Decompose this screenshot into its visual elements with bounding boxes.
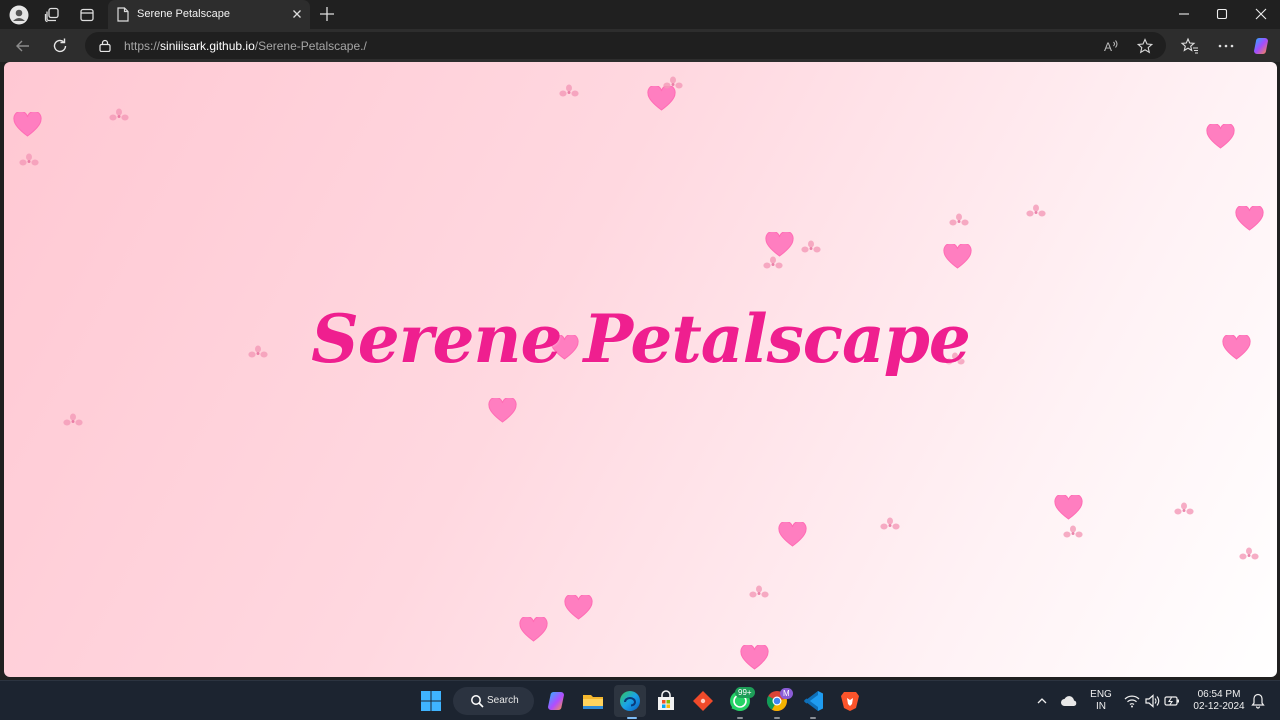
vscode-running-indicator	[810, 717, 816, 719]
plus-icon[interactable]	[318, 5, 336, 23]
wifi-icon[interactable]	[1124, 694, 1140, 708]
petal-icon	[1062, 525, 1084, 539]
petal-icon	[558, 84, 580, 98]
windows-taskbar: Search 99+ M ENG IN 06:54 PM 02-12-2024	[0, 680, 1280, 720]
store-icon[interactable]	[654, 689, 678, 713]
petal-icon	[1025, 204, 1047, 218]
heart-icon	[943, 242, 972, 270]
browser-toolbar: https://siniiisark.github.io/Serene-Peta…	[0, 29, 1280, 62]
url-host: siniiisark.github.io	[160, 39, 255, 53]
heart-icon	[519, 615, 548, 643]
close-icon[interactable]	[1251, 5, 1271, 23]
petal-icon	[879, 517, 901, 531]
chevron-up-icon[interactable]	[1036, 695, 1048, 707]
url-scheme: https://	[124, 39, 161, 53]
heart-icon	[778, 520, 807, 548]
heart-icon	[13, 110, 42, 138]
browser-tab[interactable]: Serene Petalscape	[108, 0, 310, 29]
vscode-icon[interactable]	[801, 689, 825, 713]
address-bar[interactable]: https://siniiisark.github.io/Serene-Peta…	[85, 32, 1166, 59]
back-icon[interactable]	[13, 36, 33, 56]
clock-date: 02-12-2024	[1193, 701, 1245, 712]
heart-icon	[1235, 204, 1264, 232]
browser-titlebar: Serene Petalscape	[0, 0, 1280, 29]
petal-icon	[948, 213, 970, 227]
read-aloud-icon[interactable]: A	[1103, 38, 1119, 54]
more-icon[interactable]	[1216, 36, 1236, 56]
language-code: ENG	[1090, 689, 1112, 700]
page-title: Serene Petalscape	[311, 300, 971, 378]
heart-icon	[1206, 122, 1235, 150]
petal-icon	[800, 240, 822, 254]
chrome-running-indicator	[774, 717, 780, 719]
petal-icon	[748, 585, 770, 599]
heart-icon	[488, 396, 517, 424]
svg-text:A: A	[1104, 40, 1112, 54]
petal-icon	[108, 108, 130, 122]
clock[interactable]: 06:54 PM 02-12-2024	[1188, 689, 1250, 713]
search-label: Search	[487, 695, 519, 706]
cloud-icon[interactable]	[1060, 694, 1078, 708]
git-diamond-icon[interactable]	[691, 689, 715, 713]
whatsapp-badge: 99+	[735, 687, 755, 698]
search-icon	[471, 695, 484, 708]
petal-icon	[662, 76, 684, 90]
tab-actions-icon[interactable]	[76, 4, 98, 26]
region-code: IN	[1096, 701, 1106, 712]
battery-icon[interactable]	[1164, 694, 1180, 708]
edge-icon[interactable]	[618, 689, 642, 713]
brave-icon[interactable]	[838, 689, 862, 713]
notification-icon[interactable]	[1251, 693, 1265, 709]
petal-icon	[1173, 502, 1195, 516]
heart-icon	[765, 230, 794, 258]
taskbar-search[interactable]: Search	[453, 687, 534, 715]
favorite-star-icon[interactable]	[1137, 38, 1153, 54]
edge-running-indicator	[627, 717, 637, 719]
heart-icon	[564, 593, 593, 621]
profile-icon[interactable]	[8, 4, 30, 26]
volume-icon[interactable]	[1144, 694, 1160, 708]
url-text[interactable]: https://siniiisark.github.io/Serene-Peta…	[124, 39, 367, 53]
refresh-icon[interactable]	[50, 36, 70, 56]
windows-start-icon[interactable]	[419, 689, 443, 713]
lock-icon[interactable]	[99, 39, 111, 52]
language-indicator[interactable]: ENG IN	[1088, 689, 1114, 713]
petal-icon	[18, 153, 40, 167]
tab-title: Serene Petalscape	[137, 8, 230, 20]
chrome-profile-badge: M	[780, 688, 793, 699]
maximize-icon[interactable]	[1212, 5, 1232, 23]
favorites-icon[interactable]	[1180, 36, 1200, 56]
heart-icon	[1054, 493, 1083, 521]
page-viewport: Serene Petalscape	[4, 62, 1277, 677]
clock-time: 06:54 PM	[1197, 689, 1241, 700]
petal-icon	[762, 256, 784, 270]
file-explorer-icon[interactable]	[581, 689, 605, 713]
page-icon	[117, 7, 129, 22]
whatsapp-running-indicator	[737, 717, 743, 719]
url-path: /Serene-Petalscape./	[254, 39, 367, 53]
petal-icon	[1238, 547, 1260, 561]
copilot-icon[interactable]	[1252, 36, 1272, 56]
workspaces-icon[interactable]	[41, 4, 63, 26]
close-icon[interactable]	[290, 7, 304, 21]
petal-icon	[62, 413, 84, 427]
heart-icon	[740, 643, 769, 671]
minimize-icon[interactable]	[1174, 5, 1194, 23]
copilot-icon[interactable]	[545, 689, 569, 713]
